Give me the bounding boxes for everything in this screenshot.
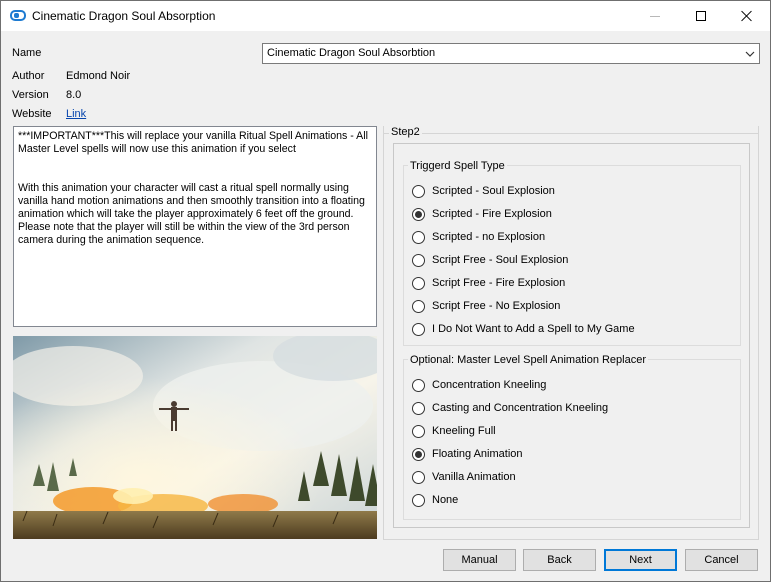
option-casting-concentration-kneeling[interactable]: Casting and Concentration Kneeling (412, 400, 608, 416)
radio-button[interactable] (412, 401, 425, 415)
preview-image (13, 336, 377, 539)
radio-button[interactable] (412, 322, 425, 336)
radio-button[interactable] (412, 276, 425, 290)
option-label: Script Free - No Explosion (432, 300, 561, 312)
minimize-button[interactable] (632, 1, 678, 31)
option-script-free-fire-explosion[interactable]: Script Free - Fire Explosion (412, 275, 565, 291)
radio-button[interactable] (412, 253, 425, 267)
option-none[interactable]: None (412, 492, 458, 508)
description-text: ***IMPORTANT***This will replace your va… (13, 126, 377, 327)
minimize-icon (650, 15, 660, 17)
option-scripted-no-explosion[interactable]: Scripted - no Explosion (412, 229, 545, 245)
author-value: Edmond Noir (66, 70, 131, 82)
name-dropdown-value: Cinematic Dragon Soul Absorbtion (267, 47, 436, 59)
window-title: Cinematic Dragon Soul Absorption (32, 9, 216, 23)
option-kneeling-full[interactable]: Kneeling Full (412, 423, 496, 439)
chevron-down-icon (745, 51, 755, 57)
website-link[interactable]: Link (66, 108, 86, 120)
options-panel: Triggerd Spell Type Scripted - Soul Expl… (393, 143, 750, 528)
option-label: Scripted - no Explosion (432, 231, 546, 243)
option-concentration-kneeling[interactable]: Concentration Kneeling (412, 377, 546, 393)
option-label: None (432, 494, 459, 506)
triggered-spell-type-legend: Triggerd Spell Type (408, 160, 507, 172)
preview-scene (13, 336, 377, 539)
manual-button[interactable]: Manual (443, 549, 516, 571)
title-bar: Cinematic Dragon Soul Absorption (1, 1, 770, 31)
option-label: Scripted - Fire Explosion (432, 208, 552, 220)
close-button[interactable] (724, 1, 770, 31)
name-dropdown[interactable]: Cinematic Dragon Soul Absorbtion (262, 43, 760, 64)
option-script-free-no-explosion[interactable]: Script Free - No Explosion (412, 298, 560, 314)
option-scripted-soul-explosion[interactable]: Scripted - Soul Explosion (412, 183, 555, 199)
name-label: Name (12, 47, 42, 59)
option-label: Floating Animation (432, 448, 523, 460)
option-label: Kneeling Full (432, 425, 496, 437)
website-label: Website (12, 108, 52, 120)
radio-button[interactable] (412, 230, 425, 244)
radio-button[interactable] (412, 424, 425, 438)
maximize-button[interactable] (678, 1, 724, 31)
author-label: Author (12, 70, 45, 82)
next-button[interactable]: Next (604, 549, 677, 571)
installer-window: Cinematic Dragon Soul Absorption Name Au… (0, 0, 771, 582)
radio-button[interactable] (412, 493, 425, 507)
step-label: Step2 (389, 126, 422, 138)
cancel-button[interactable]: Cancel (685, 549, 758, 571)
option-label: Scripted - Soul Explosion (432, 185, 555, 197)
option-floating-animation[interactable]: Floating Animation (412, 446, 523, 462)
option-script-free-soul-explosion[interactable]: Script Free - Soul Explosion (412, 252, 568, 268)
option-no-spell[interactable]: I Do Not Want to Add a Spell to My Game (412, 321, 635, 337)
close-icon (741, 10, 753, 22)
option-label: Script Free - Soul Explosion (432, 254, 569, 266)
animation-replacer-legend: Optional: Master Level Spell Animation R… (408, 354, 649, 366)
option-scripted-fire-explosion[interactable]: Scripted - Fire Explosion (412, 206, 552, 222)
option-label: Concentration Kneeling (432, 379, 547, 391)
radio-button[interactable] (412, 299, 425, 313)
back-button[interactable]: Back (523, 549, 596, 571)
option-vanilla-animation[interactable]: Vanilla Animation (412, 469, 516, 485)
app-icon (10, 10, 26, 21)
option-label: Vanilla Animation (432, 471, 516, 483)
version-label: Version (12, 89, 49, 101)
radio-button[interactable] (412, 470, 425, 484)
radio-button[interactable] (412, 447, 425, 461)
radio-button[interactable] (412, 184, 425, 198)
option-label: I Do Not Want to Add a Spell to My Game (432, 323, 635, 335)
maximize-icon (696, 11, 706, 21)
step-group-top-border (383, 133, 759, 134)
version-value: 8.0 (66, 89, 82, 101)
option-label: Casting and Concentration Kneeling (432, 402, 609, 414)
radio-button[interactable] (412, 378, 425, 392)
option-label: Script Free - Fire Explosion (432, 277, 566, 289)
radio-button[interactable] (412, 207, 425, 221)
